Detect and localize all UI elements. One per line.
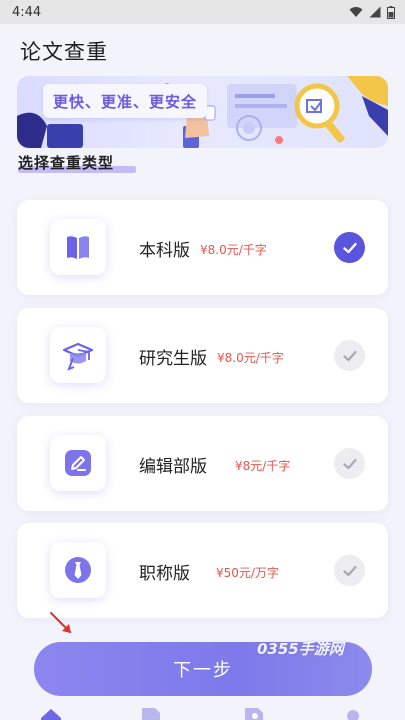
option-icon-box	[50, 542, 106, 598]
tie-icon	[65, 557, 91, 583]
option-price: ¥8.0元/千字	[200, 243, 267, 257]
option-card-undergraduate[interactable]: 本科版 ¥8.0元/千字	[17, 200, 388, 295]
banner-slogan: 更快、更准、更安全	[43, 84, 208, 118]
option-name: 研究生版	[139, 349, 207, 369]
wifi-icon	[349, 7, 363, 17]
annotation-arrow-icon	[50, 612, 71, 633]
option-price: ¥8元/千字	[235, 459, 291, 473]
graduation-cap-icon	[62, 342, 94, 371]
document-icon[interactable]	[140, 708, 162, 720]
promo-banner[interactable]: 更快、更准、更安全	[17, 76, 388, 148]
status-bar: 4:44	[0, 0, 405, 24]
check-icon	[342, 458, 357, 469]
book-icon	[67, 236, 89, 259]
option-card-professional-title[interactable]: 职称版 ¥50元/万字	[17, 523, 388, 618]
option-name: 职称版	[139, 564, 190, 584]
option-icon-box	[50, 327, 106, 383]
option-price: ¥50元/万字	[216, 566, 279, 580]
watermark: 0355手游网	[257, 640, 344, 658]
edit-icon	[65, 450, 91, 476]
section-title: 选择查重类型	[18, 154, 115, 172]
option-check-selected[interactable]	[334, 232, 365, 263]
signal-icon	[369, 6, 381, 18]
option-icon-box	[50, 435, 106, 491]
profile-icon[interactable]	[342, 708, 364, 720]
option-name: 编辑部版	[139, 457, 207, 477]
battery-icon	[387, 5, 395, 19]
bottom-nav	[0, 704, 405, 720]
option-check-unselected[interactable]	[334, 340, 365, 371]
option-card-graduate[interactable]: 研究生版 ¥8.0元/千字	[17, 308, 388, 403]
page-title: 论文查重	[20, 40, 108, 64]
report-icon[interactable]	[243, 708, 265, 720]
option-check-unselected[interactable]	[334, 448, 365, 479]
option-price: ¥8.0元/千字	[217, 351, 284, 365]
option-card-editorial[interactable]: 编辑部版 ¥8元/千字	[17, 416, 388, 511]
check-icon	[342, 565, 357, 576]
option-name: 本科版	[139, 241, 190, 261]
status-time: 4:44	[12, 4, 42, 20]
option-check-unselected[interactable]	[334, 555, 365, 586]
check-icon	[342, 350, 357, 361]
option-icon-box	[50, 219, 106, 275]
home-icon[interactable]	[40, 708, 62, 720]
check-icon	[342, 242, 357, 253]
status-icons	[349, 5, 395, 19]
